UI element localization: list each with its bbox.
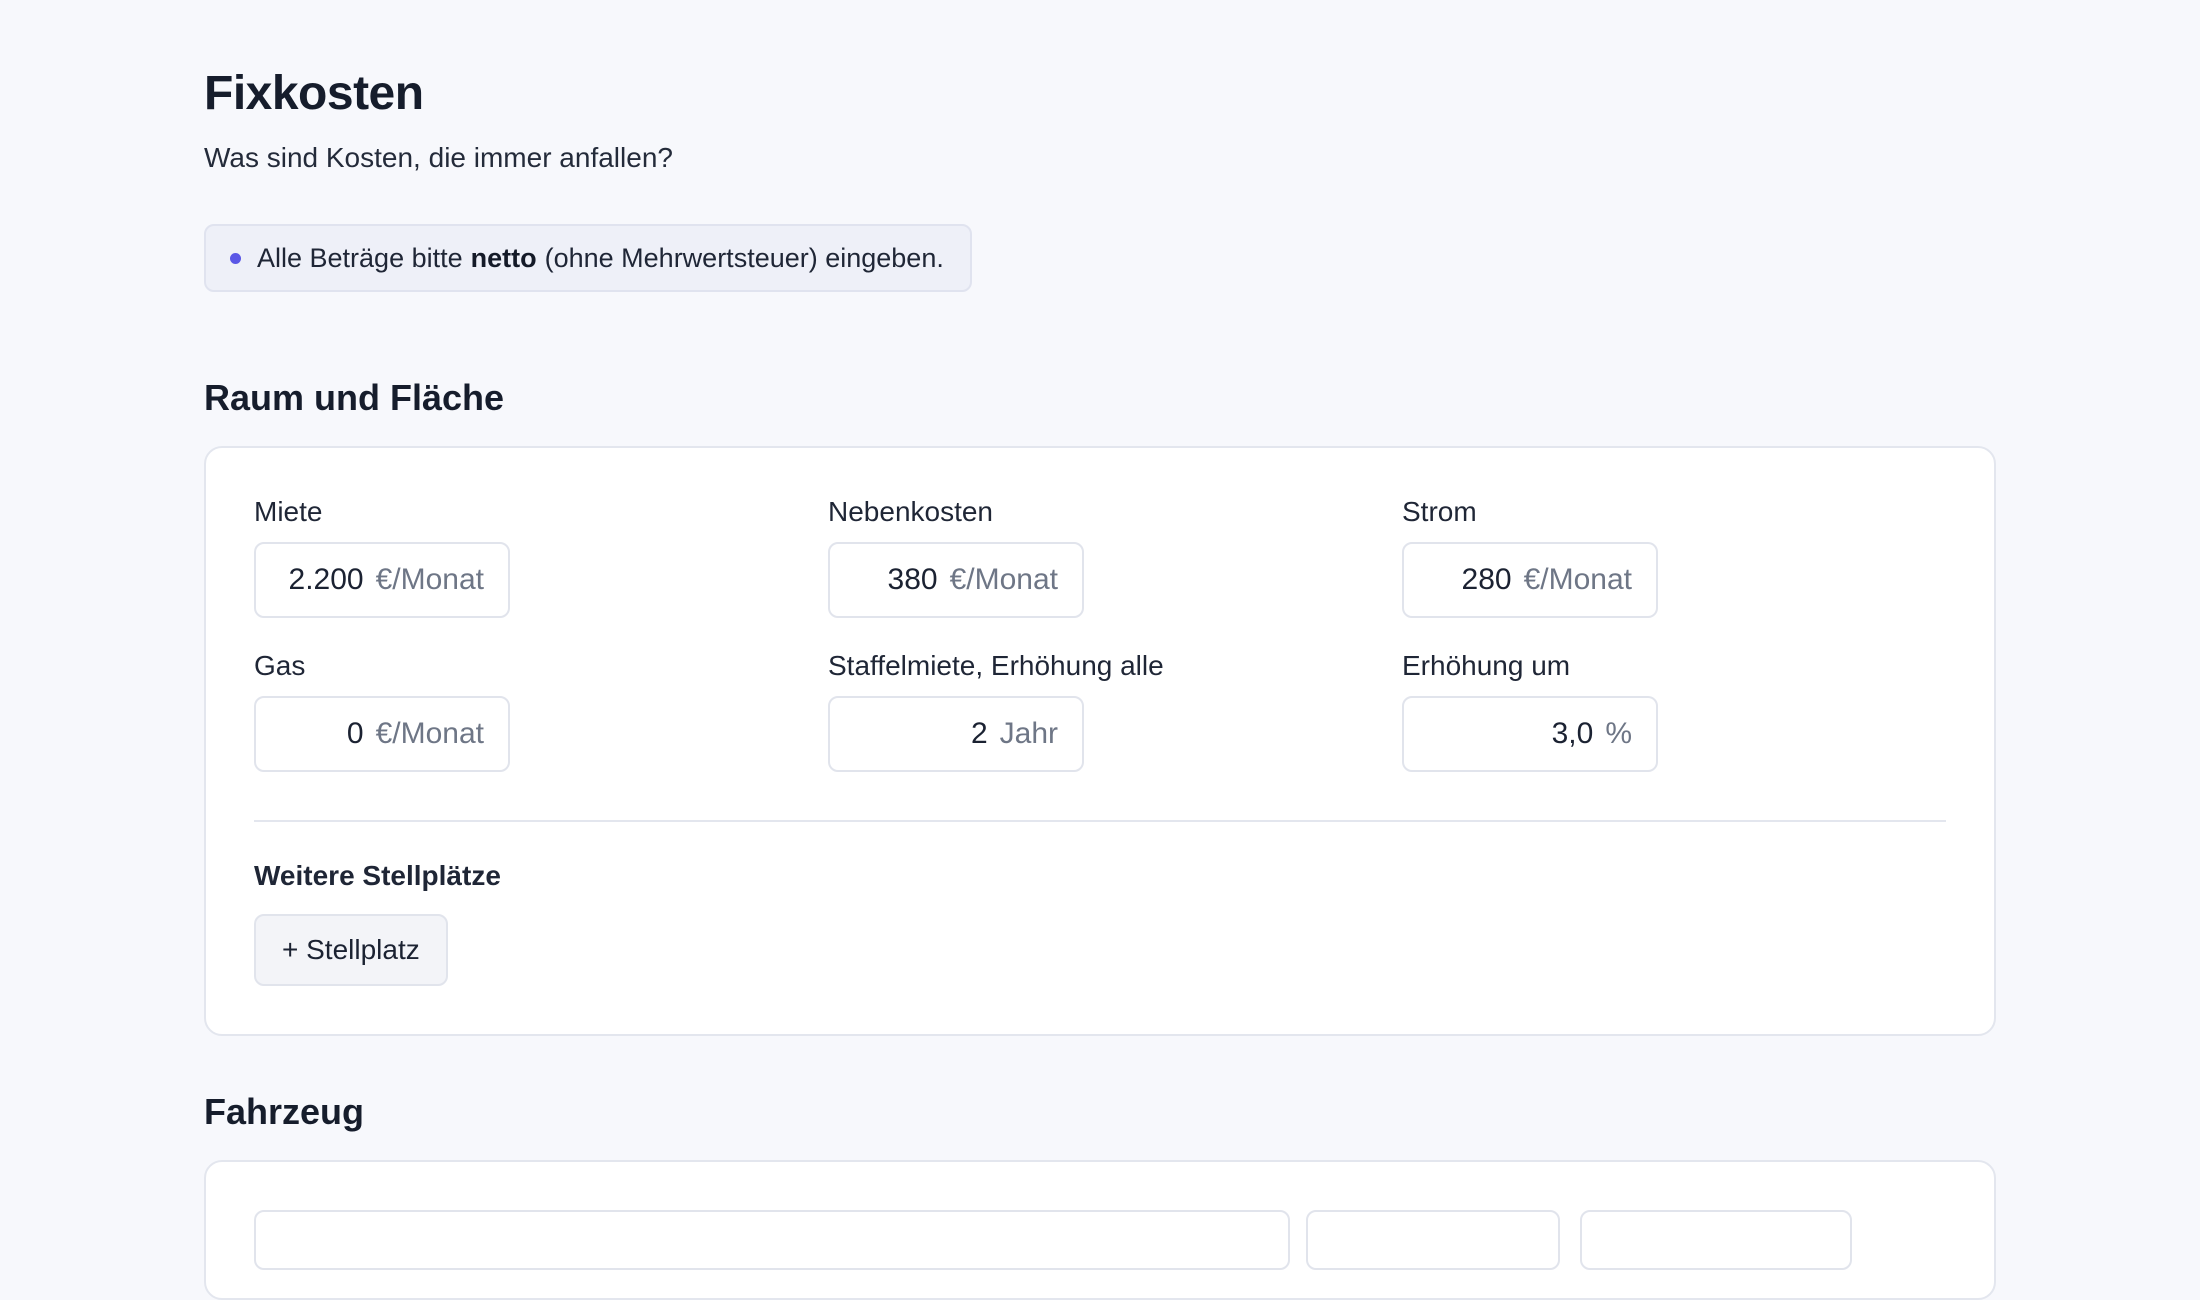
miete-input[interactable]: 2.200 €/Monat [254, 542, 510, 618]
input-unit: €/Monat [949, 563, 1058, 596]
strom-input[interactable]: 280 €/Monat [1402, 542, 1658, 618]
input-value: 380 [887, 563, 938, 596]
input-unit: €/Monat [375, 717, 484, 750]
field-nebenkosten: Nebenkosten 380 €/Monat [828, 494, 1402, 618]
bullet-dot-icon [230, 252, 241, 264]
field-label: Gas [254, 650, 306, 681]
input-value: 280 [1461, 563, 1512, 596]
field-label: Erhöhung um [1402, 650, 1571, 681]
raum-fields-grid: Miete 2.200 €/Monat Nebenkosten 380 €/Mo… [254, 494, 1946, 772]
field-staffelmiete: Staffelmiete, Erhöhung alle 2 Jahr [828, 648, 1402, 772]
field-label: Nebenkosten [828, 496, 994, 527]
input-unit: €/Monat [375, 563, 484, 596]
fahrzeug-input-2[interactable] [1306, 1210, 1560, 1270]
add-stellplatz-button[interactable]: + Stellplatz [254, 914, 448, 986]
page-subtitle: Was sind Kosten, die immer anfallen? [204, 142, 673, 173]
field-label: Strom [1402, 496, 1477, 527]
staffelmiete-input[interactable]: 2 Jahr [828, 696, 1084, 772]
netto-notice: Alle Beträge bitte netto (ohne Mehrwerts… [204, 224, 972, 292]
field-miete: Miete 2.200 €/Monat [254, 494, 828, 618]
raum-card: Miete 2.200 €/Monat Nebenkosten 380 €/Mo… [204, 446, 1996, 1036]
section-divider [254, 820, 1946, 822]
input-unit: % [1605, 717, 1632, 750]
field-label: Staffelmiete, Erhöhung alle [828, 650, 1164, 681]
fahrzeug-card [204, 1160, 1996, 1300]
field-erhoehung: Erhöhung um 3,0 % [1402, 648, 1946, 772]
section-title-fahrzeug: Fahrzeug [204, 1091, 365, 1132]
field-strom: Strom 280 €/Monat [1402, 494, 1946, 618]
fahrzeug-input-3[interactable] [1580, 1210, 1852, 1270]
notice-text-bold: netto [470, 242, 537, 273]
input-value: 3,0 [1551, 717, 1594, 750]
field-label: Miete [254, 496, 323, 527]
parking-title: Weitere Stellplätze [254, 860, 501, 891]
fixkosten-page: Fixkosten Was sind Kosten, die immer anf… [204, 62, 1996, 1300]
input-value: 2.200 [288, 563, 364, 596]
notice-text-before: Alle Beträge bitte [257, 242, 463, 273]
input-value: 0 [346, 717, 364, 750]
section-title-raum: Raum und Fläche [204, 377, 505, 418]
gas-input[interactable]: 0 €/Monat [254, 696, 510, 772]
field-gas: Gas 0 €/Monat [254, 648, 828, 772]
input-unit: €/Monat [1523, 563, 1632, 596]
page-title: Fixkosten [204, 67, 424, 120]
fahrzeug-input-1[interactable] [254, 1210, 1290, 1270]
nebenkosten-input[interactable]: 380 €/Monat [828, 542, 1084, 618]
notice-text-after: (ohne Mehrwertsteuer) eingeben. [544, 242, 944, 273]
input-value: 2 [970, 717, 988, 750]
input-unit: Jahr [999, 717, 1058, 750]
erhoehung-input[interactable]: 3,0 % [1402, 696, 1658, 772]
